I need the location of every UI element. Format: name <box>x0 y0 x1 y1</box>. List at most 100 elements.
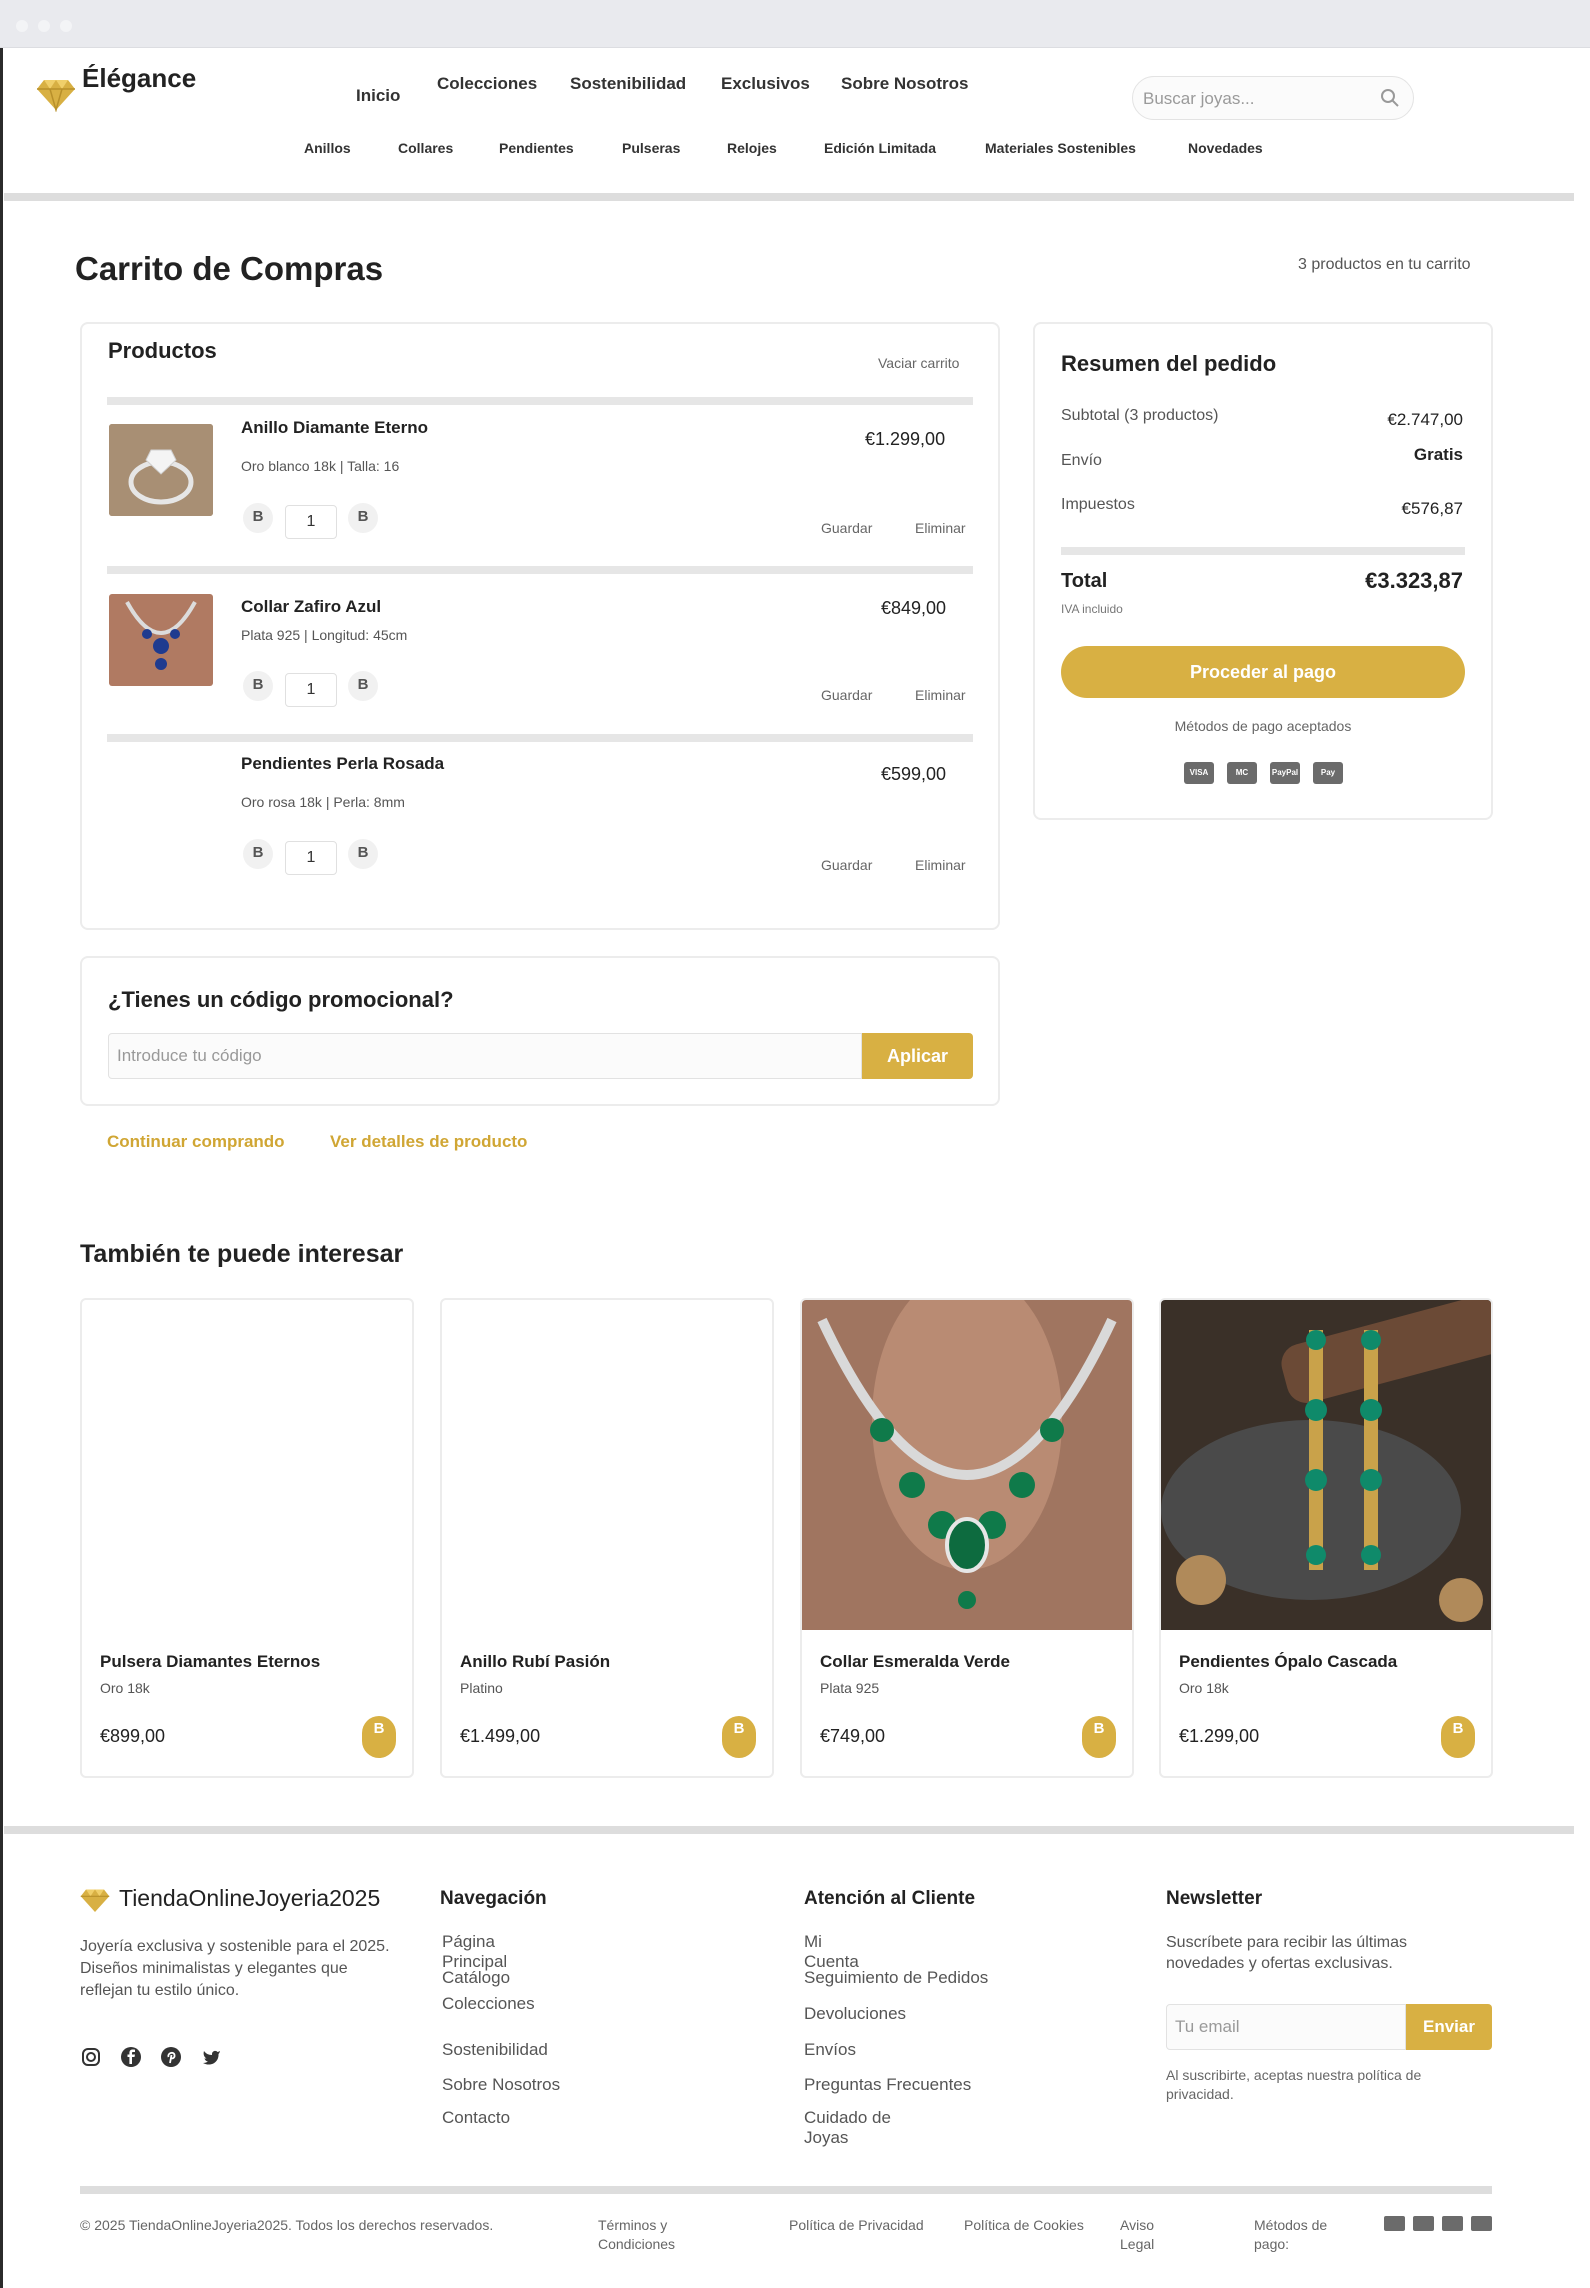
promo-code-input[interactable] <box>108 1033 862 1079</box>
nav-sostenibilidad[interactable]: Sostenibilidad <box>570 74 686 94</box>
payment-methods-footer-label: Métodos de pago: <box>1254 2217 1328 2252</box>
qty-input[interactable]: 1 <box>285 841 337 875</box>
nav-anillos[interactable]: Anillos <box>304 140 351 156</box>
product-card[interactable]: Anillo Rubí Pasión Platino €1.499,00 B <box>440 1298 774 1778</box>
product-card-material: Oro 18k <box>1179 1680 1229 1696</box>
pinterest-icon[interactable] <box>160 2046 182 2068</box>
qty-input[interactable]: 1 <box>285 505 337 539</box>
product-card[interactable]: Pendientes Ópalo Cascada Oro 18k €1.299,… <box>1159 1298 1493 1778</box>
emerald-necklace-image[interactable] <box>802 1300 1132 1630</box>
qty-decrease-button[interactable]: B <box>243 839 273 869</box>
save-for-later-link[interactable]: Guardar <box>821 687 872 703</box>
remove-item-link[interactable]: Eliminar <box>915 687 966 703</box>
product-card[interactable]: Pulsera Diamantes Eternos Oro 18k €899,0… <box>80 1298 414 1778</box>
page-title: Carrito de Compras <box>75 250 384 287</box>
footer-link[interactable]: Catálogo <box>442 1968 522 1988</box>
diamond-logo-icon[interactable] <box>80 1886 110 1914</box>
search-icon[interactable] <box>1379 87 1401 109</box>
opal-earrings-image[interactable] <box>1161 1300 1491 1630</box>
nav-sobre-nosotros[interactable]: Sobre Nosotros <box>841 74 969 94</box>
footer-link[interactable]: Preguntas Frecuentes <box>804 2075 971 2095</box>
nav-collares[interactable]: Collares <box>398 140 453 156</box>
product-image-ring[interactable] <box>109 424 213 516</box>
product-details-link[interactable]: Ver detalles de producto <box>330 1132 527 1152</box>
mastercard-icon <box>1413 2216 1434 2231</box>
nav-pendientes[interactable]: Pendientes <box>499 140 574 156</box>
payment-methods-label: Métodos de pago aceptados <box>1174 718 1352 734</box>
footer-link[interactable]: Mi Cuenta <box>804 1932 874 1972</box>
save-for-later-link[interactable]: Guardar <box>821 857 872 873</box>
add-to-cart-button[interactable]: B <box>1441 1716 1475 1758</box>
paypal-icon: PayPal <box>1270 762 1300 784</box>
terms-link[interactable]: Términos y Condiciones <box>598 2216 698 2254</box>
page-edge <box>0 48 3 2288</box>
qty-increase-button[interactable]: B <box>348 503 378 533</box>
footer-payment-icons <box>1384 2216 1492 2231</box>
nav-colecciones[interactable]: Colecciones <box>437 74 537 94</box>
product-card[interactable]: Collar Esmeralda Verde Plata 925 €749,00… <box>800 1298 1134 1778</box>
nav-novedades[interactable]: Novedades <box>1188 140 1263 156</box>
nav-inicio[interactable]: Inicio <box>356 86 400 106</box>
remove-item-link[interactable]: Eliminar <box>915 857 966 873</box>
twitter-icon[interactable] <box>200 2046 222 2068</box>
browser-title-bar <box>0 0 1590 48</box>
qty-decrease-button[interactable]: B <box>243 671 273 701</box>
footer-link[interactable]: Colecciones <box>442 1994 535 2014</box>
header-divider <box>4 193 1574 201</box>
divider <box>1061 547 1465 555</box>
legal-notice-link[interactable]: Aviso Legal <box>1120 2216 1170 2254</box>
footer-link[interactable]: Envíos <box>804 2040 856 2060</box>
newsletter-submit-button[interactable]: Enviar <box>1406 2004 1492 2050</box>
footer-link[interactable]: Página Principal <box>442 1932 522 1972</box>
product-card-name[interactable]: Anillo Rubí Pasión <box>460 1652 610 1672</box>
payment-icons: VISA MC PayPal Pay <box>1184 762 1343 784</box>
save-for-later-link[interactable]: Guardar <box>821 520 872 536</box>
search-input[interactable] <box>1143 87 1363 111</box>
qty-increase-button[interactable]: B <box>348 671 378 701</box>
product-card-name[interactable]: Pulsera Diamantes Eternos <box>100 1652 320 1672</box>
footer-link[interactable]: Cuidado de Joyas <box>804 2108 904 2148</box>
nav-relojes[interactable]: Relojes <box>727 140 777 156</box>
footer-link[interactable]: Sostenibilidad <box>442 2040 548 2060</box>
diamond-logo-icon[interactable] <box>36 76 76 112</box>
add-to-cart-button[interactable]: B <box>362 1716 396 1758</box>
cart-item-name[interactable]: Collar Zafiro Azul <box>241 597 381 617</box>
add-to-cart-button[interactable]: B <box>722 1716 756 1758</box>
facebook-icon[interactable] <box>120 2046 142 2068</box>
qty-decrease-button[interactable]: B <box>243 503 273 533</box>
window-dot[interactable] <box>16 20 28 32</box>
footer-link[interactable]: Seguimiento de Pedidos <box>804 1968 988 1988</box>
site-logo-text[interactable]: Élégance <box>82 62 196 94</box>
remove-item-link[interactable]: Eliminar <box>915 520 966 536</box>
nav-edicion-limitada[interactable]: Edición Limitada <box>824 140 936 156</box>
footer-service-title: Atención al Cliente <box>804 1888 976 1909</box>
window-dot[interactable] <box>60 20 72 32</box>
promo-panel <box>80 956 1000 1106</box>
product-card-name[interactable]: Pendientes Ópalo Cascada <box>1179 1652 1397 1672</box>
footer-link[interactable]: Sobre Nosotros <box>442 2075 560 2095</box>
product-card-name[interactable]: Collar Esmeralda Verde <box>820 1652 1010 1672</box>
cart-item-name[interactable]: Anillo Diamante Eterno <box>241 418 428 438</box>
apply-promo-button[interactable]: Aplicar <box>862 1033 973 1079</box>
privacy-policy-link[interactable]: Política de Privacidad <box>789 2216 924 2235</box>
footer-link[interactable]: Contacto <box>442 2108 510 2128</box>
continue-shopping-link[interactable]: Continuar comprando <box>107 1132 285 1152</box>
checkout-button[interactable]: Proceder al pago <box>1061 646 1465 698</box>
window-dot[interactable] <box>38 20 50 32</box>
nav-materiales-sostenibles[interactable]: Materiales Sostenibles <box>985 140 1136 156</box>
newsletter-email-input[interactable] <box>1166 2004 1406 2050</box>
nav-exclusivos[interactable]: Exclusivos <box>721 74 810 94</box>
shipping-label: Envío <box>1061 452 1102 469</box>
footer-link[interactable]: Devoluciones <box>804 2004 906 2024</box>
newsletter-title: Newsletter <box>1166 1888 1263 1909</box>
qty-increase-button[interactable]: B <box>348 839 378 869</box>
nav-pulseras[interactable]: Pulseras <box>622 140 680 156</box>
cookies-policy-link[interactable]: Política de Cookies <box>964 2216 1084 2235</box>
footer-brand[interactable]: TiendaOnlineJoyeria2025 <box>119 1884 380 1912</box>
cart-item-name[interactable]: Pendientes Perla Rosada <box>241 754 444 774</box>
qty-input[interactable]: 1 <box>285 673 337 707</box>
add-to-cart-button[interactable]: B <box>1082 1716 1116 1758</box>
instagram-icon[interactable] <box>80 2046 102 2068</box>
product-image-necklace[interactable] <box>109 594 213 686</box>
empty-cart-link[interactable]: Vaciar carrito <box>878 355 959 371</box>
